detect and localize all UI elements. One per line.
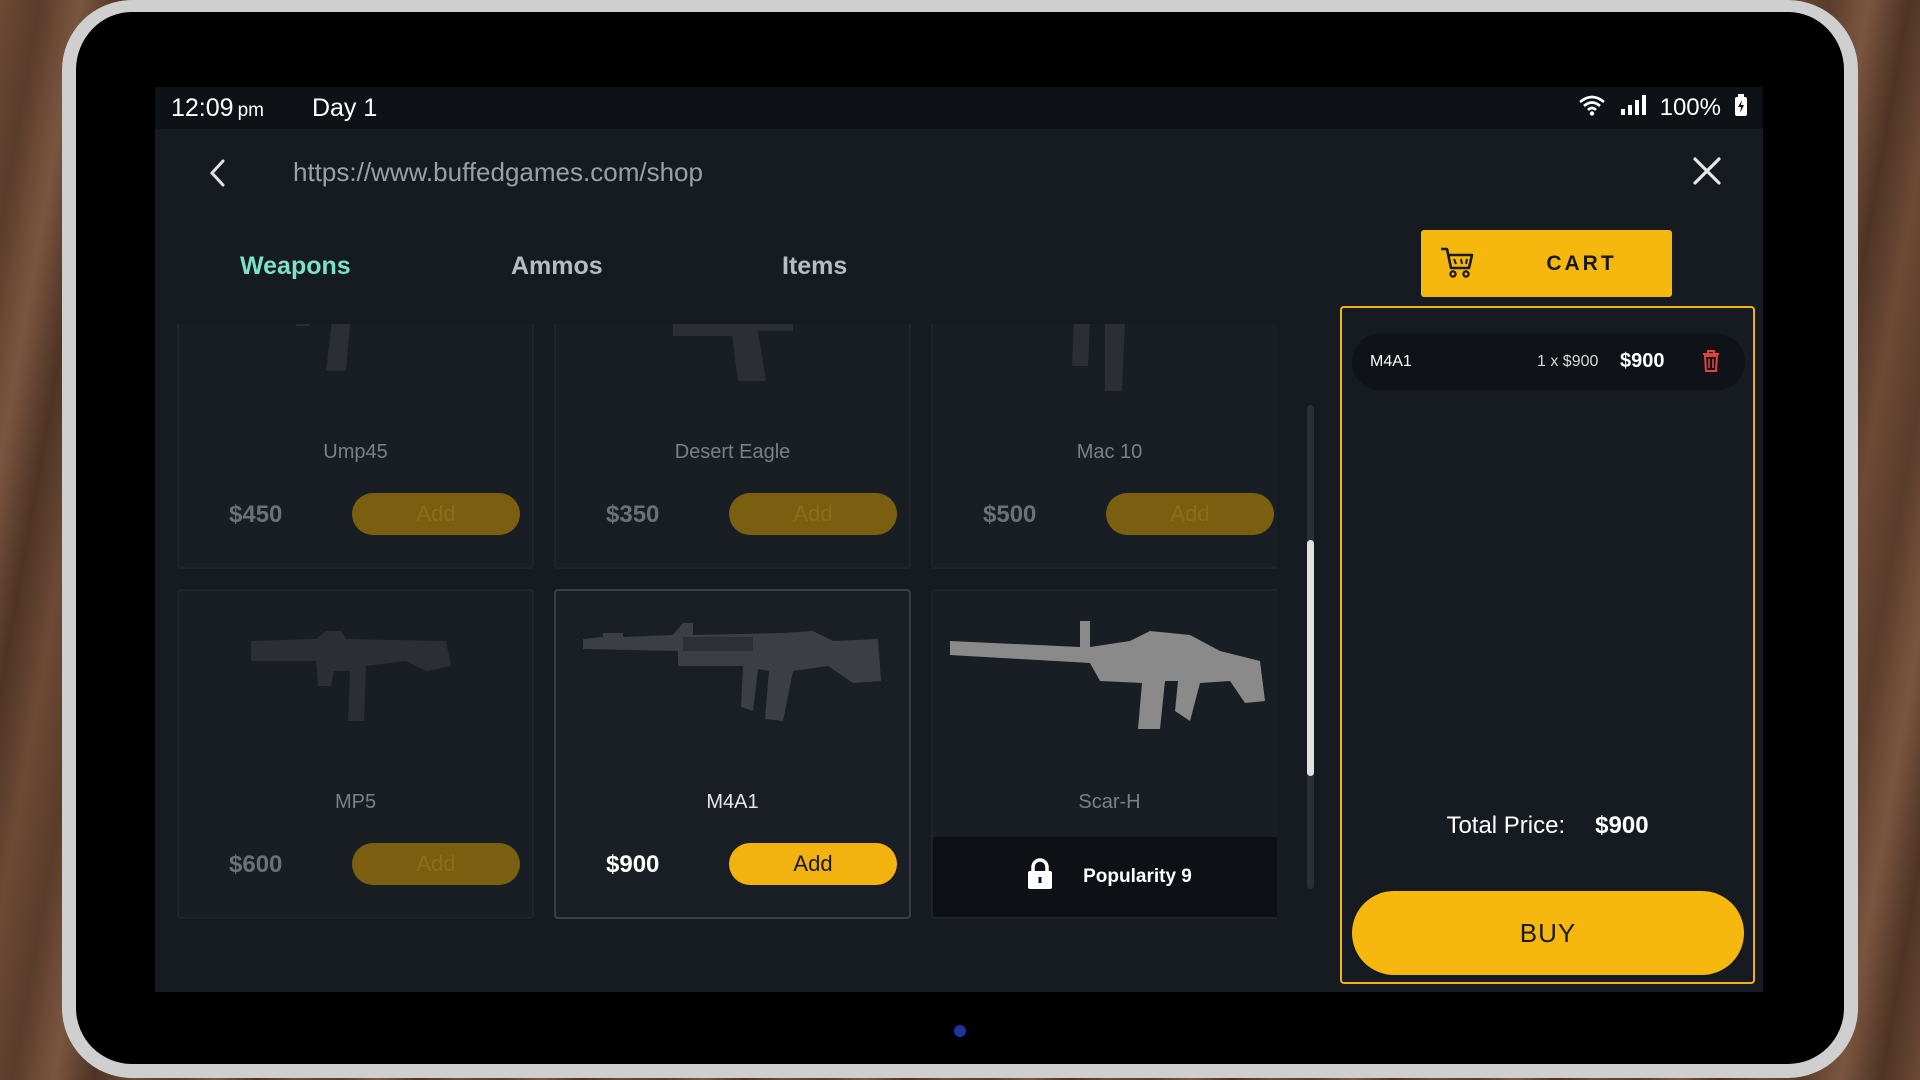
- add-button[interactable]: Add: [729, 843, 897, 885]
- desert-eagle-image: [556, 324, 909, 411]
- category-tabs: Weapons Ammos Items: [155, 252, 1055, 302]
- address-bar: https://www.buffedgames.com/shop: [155, 129, 1763, 217]
- total-value: $900: [1595, 812, 1649, 839]
- buy-button[interactable]: BUY: [1352, 891, 1744, 975]
- product-name: Ump45: [323, 441, 388, 463]
- cart-item-subtotal: $900: [1620, 350, 1665, 372]
- product-price: $450: [229, 501, 283, 528]
- chevron-left-icon: [209, 159, 225, 187]
- cart-item-name: M4A1: [1370, 353, 1412, 370]
- product-card-desert-eagle: Desert Eagle $350 Add: [554, 324, 911, 569]
- mac10-image: [933, 324, 1277, 411]
- product-name: Mac 10: [1076, 441, 1143, 463]
- product-card-scar-h: Scar-H Popularity 9: [931, 589, 1277, 919]
- tab-weapons[interactable]: Weapons: [240, 252, 351, 281]
- battery-icon: [1735, 93, 1747, 123]
- locked-banner: Popularity 9: [933, 837, 1277, 917]
- battery-percent: 100%: [1659, 94, 1721, 121]
- ump45-image: [179, 324, 532, 411]
- product-name: Desert Eagle: [674, 441, 791, 463]
- tab-items[interactable]: Items: [782, 252, 847, 281]
- scar-h-image: [933, 591, 1277, 761]
- product-price: $900: [606, 851, 660, 878]
- grid-scrollbar[interactable]: [1307, 405, 1314, 889]
- wifi-icon: [1578, 94, 1606, 123]
- day-counter: Day 1: [311, 93, 378, 122]
- tablet-screen: 12:09 pm Day 1 100% https://www.buffedgam…: [155, 87, 1763, 992]
- cart-button[interactable]: CART: [1421, 230, 1672, 297]
- cart-label: CART: [1546, 251, 1617, 275]
- product-price: $600: [229, 851, 283, 878]
- product-price: $500: [983, 501, 1037, 528]
- url-text: https://www.buffedgames.com/shop: [293, 157, 703, 187]
- add-button[interactable]: Add: [729, 493, 897, 535]
- m4a1-image: [556, 591, 909, 761]
- cart-panel: M4A1 1 x $900 $900 Total Price: $900 BUY: [1340, 306, 1755, 984]
- product-name: M4A1: [706, 791, 759, 813]
- product-name: MP5: [334, 791, 377, 813]
- lock-icon: [1027, 858, 1053, 896]
- signal-icon: [1620, 94, 1646, 123]
- close-icon: [1693, 157, 1721, 185]
- product-card-m4a1: M4A1 $900 Add: [554, 589, 911, 919]
- status-bar: 12:09 pm Day 1 100%: [155, 87, 1763, 129]
- scrollbar-thumb[interactable]: [1307, 540, 1314, 776]
- cart-item-quantity: 1 x $900: [1537, 353, 1599, 370]
- product-card-mac10: Mac 10 $500 Add: [931, 324, 1277, 569]
- tab-ammos[interactable]: Ammos: [511, 252, 603, 281]
- mp5-image: [179, 591, 532, 761]
- home-indicator: [954, 1025, 966, 1037]
- popularity-requirement: Popularity 9: [1083, 866, 1192, 887]
- close-button[interactable]: [1689, 153, 1725, 189]
- add-button[interactable]: Add: [352, 493, 520, 535]
- add-button[interactable]: Add: [1106, 493, 1274, 535]
- product-name: Scar-H: [1078, 791, 1141, 813]
- product-card-ump45: Ump45 $450 Add: [177, 324, 534, 569]
- clock: 12:09 pm: [171, 93, 264, 122]
- product-price: $350: [606, 501, 660, 528]
- cart-item: M4A1 1 x $900 $900: [1352, 334, 1745, 390]
- back-button[interactable]: [203, 155, 233, 191]
- product-grid: Ump45 $450 Add Desert Eagle $350 Add Mac…: [177, 324, 1277, 992]
- total-label: Total Price:: [1446, 812, 1566, 839]
- total-price: Total Price: $900: [1342, 812, 1753, 840]
- add-button[interactable]: Add: [352, 843, 520, 885]
- product-card-mp5: MP5 $600 Add: [177, 589, 534, 919]
- trash-icon[interactable]: [1702, 350, 1720, 377]
